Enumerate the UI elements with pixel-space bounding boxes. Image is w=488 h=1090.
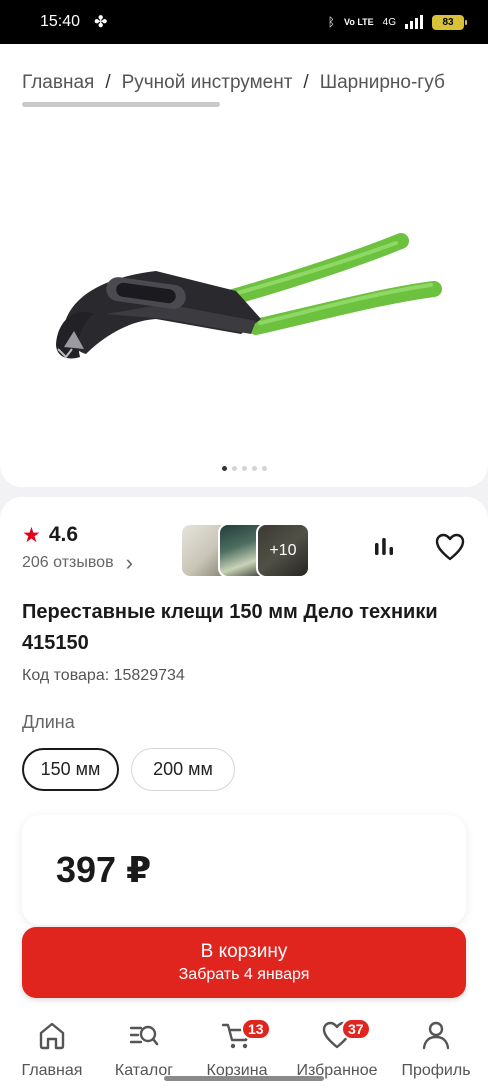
battery-icon: 83 (432, 14, 467, 30)
gallery-dot[interactable] (241, 466, 247, 471)
tab-catalog[interactable]: Каталог (96, 1018, 192, 1080)
battery-level: 83 (442, 16, 454, 28)
breadcrumb-item-pliers[interactable]: Шарнирно-губ (320, 72, 445, 94)
signal-icon (405, 15, 423, 29)
add-to-cart-button[interactable]: В корзину Забрать 4 января (22, 927, 466, 998)
product-price: 397 ₽ (56, 849, 152, 890)
favorites-badge: 37 (341, 1018, 371, 1040)
tab-label: Профиль (401, 1062, 471, 1079)
breadcrumb: Главная / Ручной инструмент / Шарнирно-г… (22, 72, 445, 94)
volte-icon: Vo LTE (343, 16, 374, 27)
rating[interactable]: ★ 4.6 (22, 523, 78, 547)
reviews-link[interactable]: 206 отзывов › (22, 550, 133, 575)
pickup-date: Забрать 4 января (178, 966, 310, 983)
option-chip-150[interactable]: 150 мм (22, 748, 119, 791)
fan-icon: ✤ (94, 14, 108, 31)
network-type: 4G (382, 16, 396, 28)
rating-value: 4.6 (48, 523, 79, 546)
status-icons: ᛒ Vo LTE 4G 83 (327, 14, 467, 30)
tab-profile[interactable]: Профиль (388, 1018, 484, 1080)
breadcrumb-separator: / (105, 72, 111, 93)
breadcrumb-item-hand-tools[interactable]: Ручной инструмент (122, 72, 293, 94)
compare-icon[interactable] (372, 535, 396, 559)
gallery-dot[interactable] (251, 466, 257, 471)
home-icon (39, 1022, 65, 1050)
gallery-dot[interactable] (221, 466, 227, 471)
cart-badge: 13 (241, 1018, 271, 1040)
tab-cart[interactable]: 13 Корзина (189, 1018, 285, 1080)
profile-icon (422, 1021, 450, 1050)
breadcrumb-scrollbar[interactable] (22, 102, 220, 107)
gallery-dot[interactable] (261, 466, 267, 471)
breadcrumb-separator: / (303, 72, 309, 93)
breadcrumb-item-home[interactable]: Главная (22, 72, 94, 94)
option-chip-200[interactable]: 200 мм (131, 748, 235, 791)
option-label: Длина (22, 712, 75, 732)
tab-home[interactable]: Главная (4, 1018, 100, 1080)
add-to-cart-label: В корзину (200, 941, 288, 962)
favorite-heart-icon[interactable] (435, 533, 465, 561)
price-card: 397 ₽ (22, 815, 466, 925)
product-title: Переставные клещи 150 мм Дело техники 41… (22, 601, 438, 654)
gallery-pagination (0, 466, 488, 471)
chevron-right-icon: › (125, 550, 133, 575)
product-info: ★ 4.6 206 отзывов › +10 Переставные клещ… (0, 497, 488, 1090)
star-icon: ★ (22, 523, 41, 547)
gallery-dot[interactable] (231, 466, 237, 471)
product-sku: Код товара: 15829734 (22, 667, 185, 684)
status-bar: 15:40 ✤ ᛒ Vo LTE 4G 83 (0, 0, 488, 44)
status-time: 15:40 (40, 13, 81, 30)
home-indicator[interactable] (164, 1076, 324, 1081)
product-gallery[interactable]: Главная / Ручной инструмент / Шарнирно-г… (0, 44, 488, 487)
reviews-count: 206 отзывов (22, 554, 114, 571)
more-photos-count: +10 (258, 525, 308, 576)
product-image[interactable] (46, 199, 446, 369)
review-photo-more[interactable]: +10 (256, 523, 310, 578)
review-photos[interactable]: +10 (180, 523, 312, 578)
catalog-icon (129, 1025, 159, 1046)
bluetooth-icon: ᛒ (327, 15, 335, 29)
tab-label: Главная (21, 1062, 83, 1079)
tab-favorites[interactable]: 37 Избранное (289, 1018, 385, 1080)
